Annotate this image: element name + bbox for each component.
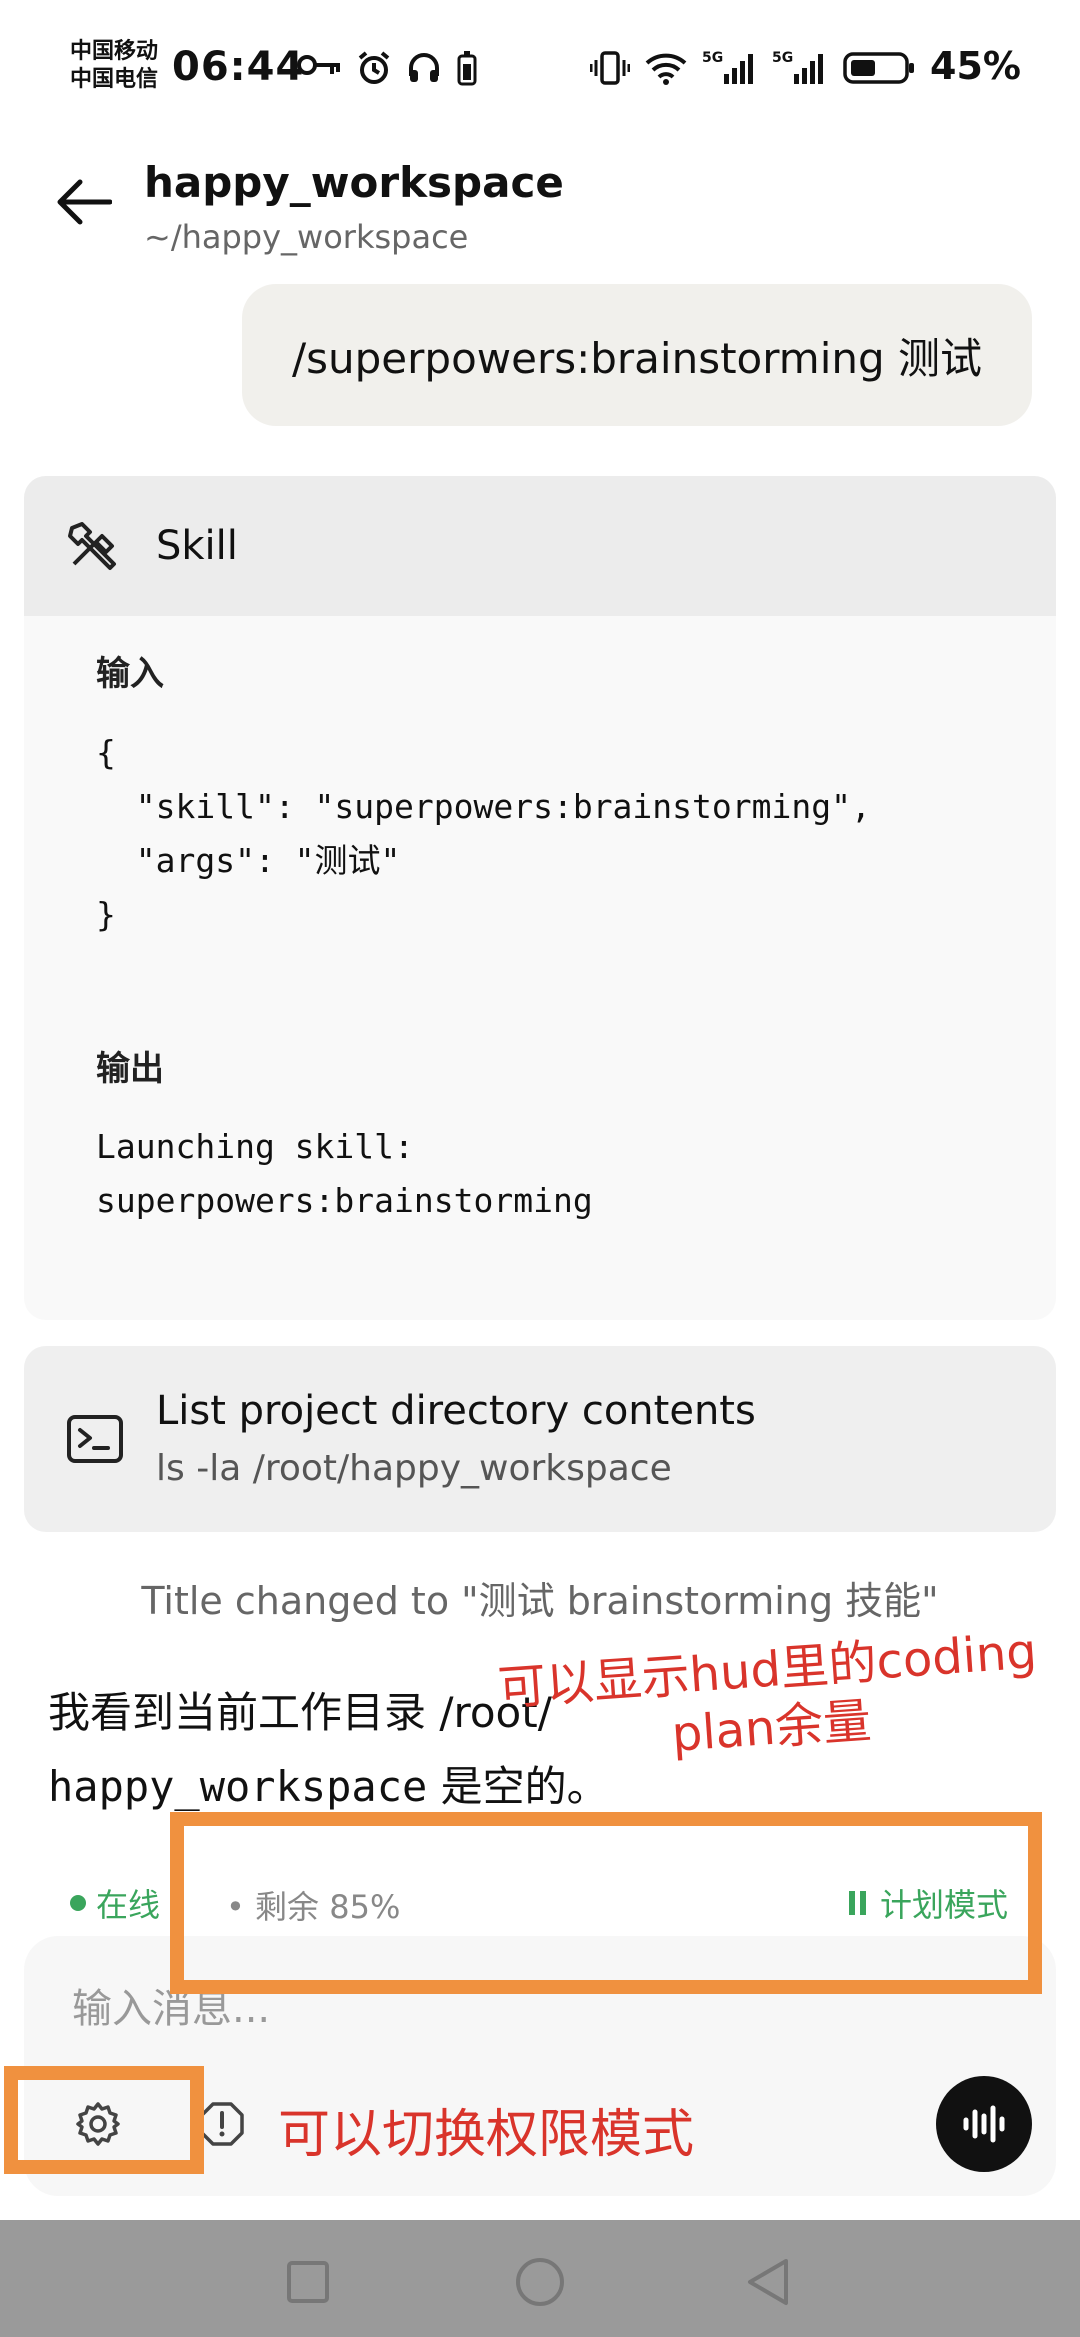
user-message-text: /superpowers:brainstorming 测试: [291, 333, 982, 383]
status-icons-left: [296, 50, 478, 86]
workspace-path: ~/happy_workspace: [144, 218, 469, 256]
alert-icon: [200, 2102, 244, 2146]
terminal-icon: [67, 1415, 123, 1463]
signal-5g-icon-2: 5G: [772, 50, 823, 84]
skill-tool-card: Skill 输入 { "skill": "superpowers:brainst…: [24, 476, 1056, 1320]
square-icon: [287, 2261, 329, 2303]
workspace-title: happy_workspace: [144, 158, 564, 207]
alarm-icon: [358, 51, 390, 84]
skill-card-title: Skill: [156, 523, 238, 569]
battery-percent: 45%: [930, 44, 1021, 88]
carrier-labels: 中国移动 中国电信: [70, 38, 158, 94]
circle-icon: [516, 2258, 564, 2306]
wifi-icon: [645, 53, 687, 85]
svg-text:5G: 5G: [772, 50, 793, 66]
svg-text:5G: 5G: [702, 50, 723, 66]
clock: 06:44: [172, 44, 305, 90]
key-icon: [297, 55, 340, 75]
settings-annotation-box: [4, 2066, 204, 2174]
output-code-block: Launching skill: superpowers:brainstormi…: [96, 1127, 593, 1220]
user-message-bubble: /superpowers:brainstorming 测试: [242, 284, 1032, 426]
carrier-2: 中国电信: [70, 67, 159, 92]
carrier-1: 中国移动: [70, 39, 159, 64]
arrow-left-icon: [57, 179, 112, 225]
bash-command-card[interactable]: List project directory contents ls -la /…: [24, 1346, 1056, 1532]
triangle-back-icon: [748, 2259, 788, 2305]
command-text: ls -la /root/happy_workspace: [156, 1448, 672, 1489]
vibrate-icon: [590, 51, 630, 85]
recents-button[interactable]: [280, 2254, 336, 2310]
home-button[interactable]: [512, 2254, 568, 2310]
headphones-icon: [409, 53, 439, 82]
command-title: List project directory contents: [156, 1388, 756, 1434]
hud-annotation-box: [170, 1812, 1042, 1994]
signal-5g-icon-1: 5G: [702, 50, 753, 84]
battery-icon: [843, 52, 914, 84]
title-changed-note: Title changed to "测试 brainstorming 技能": [141, 1579, 939, 1623]
assistant-text-1: 我看到当前工作目录 /root/: [48, 1688, 552, 1737]
tools-icon: [68, 522, 116, 570]
status-bar: 中国移动 中国电信 06:44 5G 5G 45%: [0, 0, 1080, 140]
input-code-block: { "skill": "superpowers:brainstorming", …: [96, 733, 871, 934]
back-button[interactable]: [52, 170, 116, 234]
input-section-label: 输入: [96, 654, 164, 694]
voice-input-button[interactable]: [936, 2076, 1032, 2172]
output-section-label: 输出: [96, 1049, 164, 1089]
waveform-icon: [963, 2105, 1005, 2143]
online-dot-icon: [70, 1895, 86, 1911]
nav-back-button[interactable]: [740, 2254, 796, 2310]
skill-card-header[interactable]: Skill: [24, 476, 1056, 616]
earbuds-battery-icon: [457, 51, 477, 86]
assistant-text-2: happy_workspace: [48, 1762, 428, 1811]
system-nav-bar: [0, 2220, 1080, 2337]
permission-annotation-text: 可以切换权限模式: [278, 2105, 695, 2165]
online-label: 在线: [96, 1886, 161, 1924]
status-icons-right: 5G 5G: [590, 48, 916, 88]
online-status: 在线: [70, 1880, 160, 1926]
